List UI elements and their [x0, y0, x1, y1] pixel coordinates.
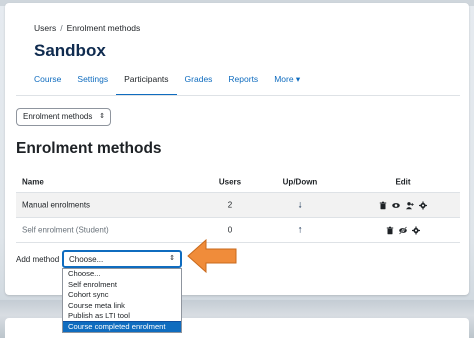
add-method-select[interactable]: Choose... ⇕: [62, 250, 182, 268]
header-users: Users: [218, 177, 242, 186]
table-row: Self enrolment (Student) 0 ↑: [16, 218, 460, 243]
select-arrows-icon: ⇕: [99, 113, 105, 120]
method-name: Self enrolment (Student): [22, 225, 109, 235]
page-navigation-select[interactable]: Enrolment methods ⇕: [16, 108, 111, 126]
eye-icon[interactable]: [392, 201, 401, 209]
option-self-enrolment[interactable]: Self enrolment: [63, 280, 181, 291]
tab-participants[interactable]: Participants: [116, 68, 177, 96]
trash-icon[interactable]: [386, 226, 394, 235]
breadcrumb-item-users[interactable]: Users: [34, 23, 56, 33]
breadcrumb: Users / Enrolment methods: [34, 23, 140, 33]
settings-icon[interactable]: [418, 201, 427, 210]
add-method-select-value: Choose...: [69, 255, 104, 264]
method-name: Manual enrolments: [22, 200, 91, 210]
header-updown: Up/Down: [282, 177, 318, 186]
page-select-value: Enrolment methods: [23, 112, 93, 121]
header-name: Name: [22, 177, 44, 186]
move-up-icon[interactable]: ↑: [278, 225, 322, 236]
option-choose[interactable]: Choose...: [63, 269, 181, 280]
trash-icon[interactable]: [379, 201, 387, 210]
method-users: 2: [227, 200, 233, 210]
eye-slash-icon[interactable]: [399, 226, 407, 235]
breadcrumb-separator: /: [60, 23, 63, 33]
tab-more[interactable]: More ▾: [266, 68, 308, 95]
course-nav: Course Settings Participants Grades Repo…: [26, 68, 308, 96]
tab-course[interactable]: Course: [26, 68, 69, 95]
table-header-row: Name Users Up/Down Edit: [16, 171, 460, 193]
tab-grades[interactable]: Grades: [177, 68, 221, 95]
settings-icon[interactable]: [412, 226, 421, 235]
method-users: 0: [227, 225, 233, 235]
tab-settings[interactable]: Settings: [69, 68, 116, 95]
option-publish-as-lti-tool[interactable]: Publish as LTI tool: [63, 311, 181, 322]
header-edit: Edit: [395, 177, 411, 186]
move-down-icon[interactable]: ↓: [278, 200, 322, 211]
section-heading: Enrolment methods: [16, 140, 162, 157]
add-method-dropdown: Choose... Self enrolment Cohort sync Cou…: [62, 268, 182, 333]
enrol-users-icon[interactable]: [405, 201, 414, 210]
tab-reports[interactable]: Reports: [220, 68, 266, 95]
course-title: Sandbox: [34, 41, 106, 60]
table-row: Manual enrolments 2 ↓: [16, 193, 460, 218]
edit-icons: [371, 226, 435, 235]
orange-pointer-arrow-icon: [187, 238, 237, 274]
enrolment-methods-table: Name Users Up/Down Edit Manual enrolment…: [16, 171, 460, 243]
edit-icons: [371, 201, 435, 210]
breadcrumb-item-enrolment-methods: Enrolment methods: [66, 23, 141, 33]
option-course-completed-enrolment[interactable]: Course completed enrolment: [63, 320, 181, 332]
option-cohort-sync[interactable]: Cohort sync: [63, 290, 181, 301]
option-course-meta-link[interactable]: Course meta link: [63, 301, 181, 312]
add-method-label: Add method: [16, 255, 60, 264]
nav-divider: [16, 95, 460, 96]
select-arrows-icon: ⇕: [169, 255, 175, 262]
